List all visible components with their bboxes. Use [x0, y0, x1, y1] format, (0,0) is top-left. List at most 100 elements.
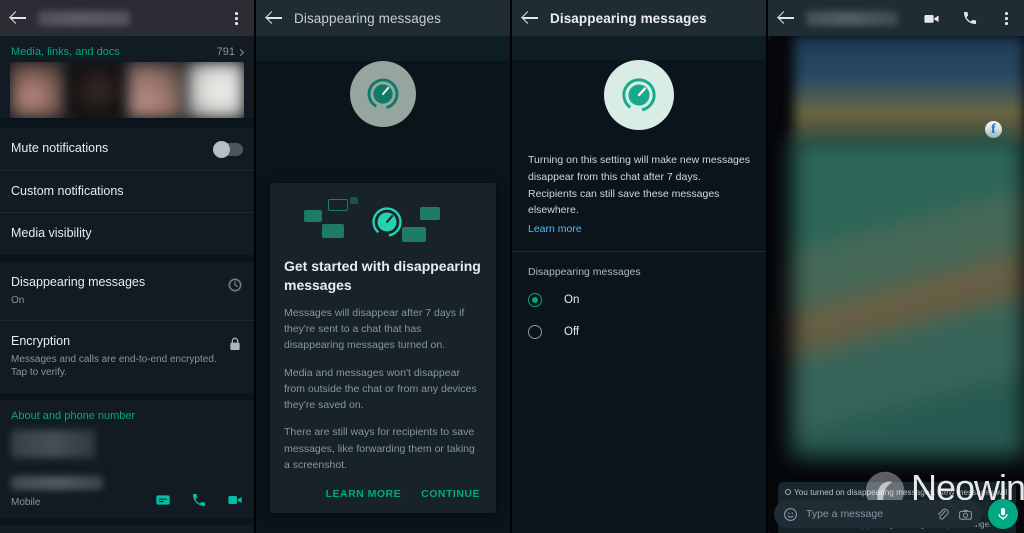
media-count-wrap: 791	[217, 46, 245, 58]
back-arrow-icon[interactable]	[522, 9, 540, 27]
bubble-art	[328, 199, 348, 211]
radio-button-icon[interactable]	[528, 325, 542, 340]
back-arrow-icon[interactable]	[10, 9, 28, 27]
dialog-paragraph-2: Media and messages won't disappear from …	[284, 366, 477, 412]
continue-button[interactable]: CONTINUE	[421, 488, 480, 500]
panel1-body: Media, links, and docs 791 Mute notifica…	[0, 36, 254, 533]
voice-call-icon[interactable]	[962, 10, 978, 26]
media-label: Media, links, and docs	[11, 46, 120, 58]
dialog-actions: LEARN MORE CONTINUE	[284, 484, 482, 504]
camera-icon[interactable]	[958, 507, 973, 522]
panel2-body: Get started with disappearing messages M…	[256, 61, 510, 533]
radio-option-on[interactable]: On	[512, 284, 766, 316]
radio-label: On	[564, 294, 580, 307]
about-card: About and phone number Mobile	[0, 399, 254, 518]
media-thumbnail[interactable]	[128, 62, 185, 118]
media-thumbnail[interactable]	[187, 62, 244, 118]
panel3-appbar: Disappearing messages	[512, 0, 766, 36]
row-title: Disappearing messages	[11, 274, 146, 289]
back-arrow-icon[interactable]	[778, 9, 796, 27]
timer-icon	[227, 277, 243, 293]
bubble-art	[304, 210, 322, 222]
row-media-visibility[interactable]: Media visibility	[0, 212, 254, 255]
notifications-card: Mute notifications Custom notifications …	[0, 128, 254, 255]
panel4-body: f You turned on disappearing messages. N…	[768, 36, 1024, 533]
video-call-icon[interactable]	[227, 492, 243, 508]
video-call-icon[interactable]	[923, 10, 940, 27]
back-arrow-icon[interactable]	[266, 9, 284, 27]
contact-name-redacted	[38, 10, 130, 26]
privacy-card: Disappearing messages On Encryption Mess…	[0, 261, 254, 393]
radio-label: Off	[564, 326, 580, 339]
panel-contact-info: Media, links, and docs 791 Mute notifica…	[0, 0, 256, 533]
radio-option-off[interactable]: Off	[512, 316, 766, 348]
settings-section-label: Disappearing messages	[528, 266, 641, 279]
panel-chat: f You turned on disappearing messages. N…	[768, 0, 1024, 533]
dialog-illustration	[284, 197, 482, 245]
bubble-art	[420, 207, 440, 220]
phone-row[interactable]: Mobile	[0, 468, 254, 518]
timer-glyph	[367, 78, 399, 110]
settings-info-text: Turning on this setting will make new me…	[528, 154, 750, 217]
disappearing-messages-hero-icon	[350, 61, 416, 127]
panel3-title: Disappearing messages	[550, 10, 707, 26]
panel3-body: Turning on this setting will make new me…	[512, 60, 766, 533]
message-input-pill[interactable]: Type a message	[774, 500, 982, 528]
contact-action-icons	[155, 492, 243, 508]
row-custom-notifications[interactable]: Custom notifications	[0, 169, 254, 213]
onboarding-dialog: Get started with disappearing messages M…	[270, 183, 496, 514]
phone-number-redacted	[11, 475, 103, 490]
panel-disappearing-onboarding: Disappearing messages Get started with d…	[256, 0, 512, 533]
panel1-appbar	[0, 0, 254, 36]
row-subtitle: Messages and calls are end-to-end encryp…	[11, 353, 217, 379]
message-icon[interactable]	[155, 492, 171, 508]
timer-glyph	[622, 78, 656, 112]
row-subtitle: On	[11, 294, 25, 306]
chat-contact-name-redacted	[806, 10, 898, 26]
learn-more-button[interactable]: LEARN MORE	[326, 488, 402, 500]
settings-info-block: Turning on this setting will make new me…	[512, 130, 766, 251]
screenshot-stage: Media, links, and docs 791 Mute notifica…	[0, 0, 1024, 533]
lock-icon	[227, 336, 243, 352]
row-title: Mute notifications	[11, 141, 109, 155]
groups-in-common-card: Groups in common 11	[0, 524, 254, 533]
message-input-placeholder[interactable]: Type a message	[806, 508, 927, 520]
row-title: Media visibility	[11, 226, 92, 241]
bubble-art	[350, 197, 358, 204]
panel2-appbar: Disappearing messages	[256, 0, 510, 36]
panel4-appbar	[768, 0, 1024, 36]
panel-disappearing-settings: Disappearing messages Turning on this se…	[512, 0, 768, 533]
more-options-icon[interactable]	[228, 9, 244, 27]
phone-type-label: Mobile	[11, 496, 41, 508]
dialog-timer-icon	[368, 203, 406, 241]
groups-section-header[interactable]: Groups in common 11	[0, 525, 254, 533]
attach-icon[interactable]	[935, 507, 950, 522]
microphone-icon	[998, 508, 1008, 520]
voice-record-button[interactable]	[988, 499, 1018, 529]
radio-button-selected-icon[interactable]	[528, 293, 542, 308]
disappearing-messages-hero-icon	[604, 60, 674, 130]
chevron-right-icon	[236, 48, 245, 56]
media-thumbnail[interactable]	[69, 62, 126, 118]
row-encryption[interactable]: Encryption Messages and calls are end-to…	[0, 320, 254, 393]
about-status-redacted	[11, 429, 95, 458]
row-disappearing-messages[interactable]: Disappearing messages On	[0, 262, 254, 320]
media-thumbnail[interactable]	[10, 62, 67, 118]
media-thumbnail-strip[interactable]	[10, 62, 244, 118]
media-card[interactable]: Media, links, and docs 791	[0, 36, 254, 118]
emoji-icon[interactable]	[783, 507, 798, 522]
chat-input-bar: Type a message	[768, 495, 1024, 533]
about-label: About and phone number	[11, 409, 136, 422]
facebook-icon: f	[985, 121, 1002, 138]
row-title: Custom notifications	[11, 183, 124, 198]
about-section-header: About and phone number	[0, 400, 254, 426]
dialog-paragraph-1: Messages will disappear after 7 days if …	[284, 306, 465, 352]
bubble-art	[322, 224, 344, 238]
row-mute-notifications[interactable]: Mute notifications	[0, 128, 254, 170]
media-section-header[interactable]: Media, links, and docs 791	[0, 36, 254, 62]
mute-notifications-toggle[interactable]	[213, 141, 243, 158]
phone-icon[interactable]	[191, 492, 207, 508]
learn-more-link[interactable]: Learn more	[528, 223, 582, 235]
panel2-title: Disappearing messages	[294, 10, 441, 26]
more-options-icon[interactable]	[998, 9, 1014, 27]
